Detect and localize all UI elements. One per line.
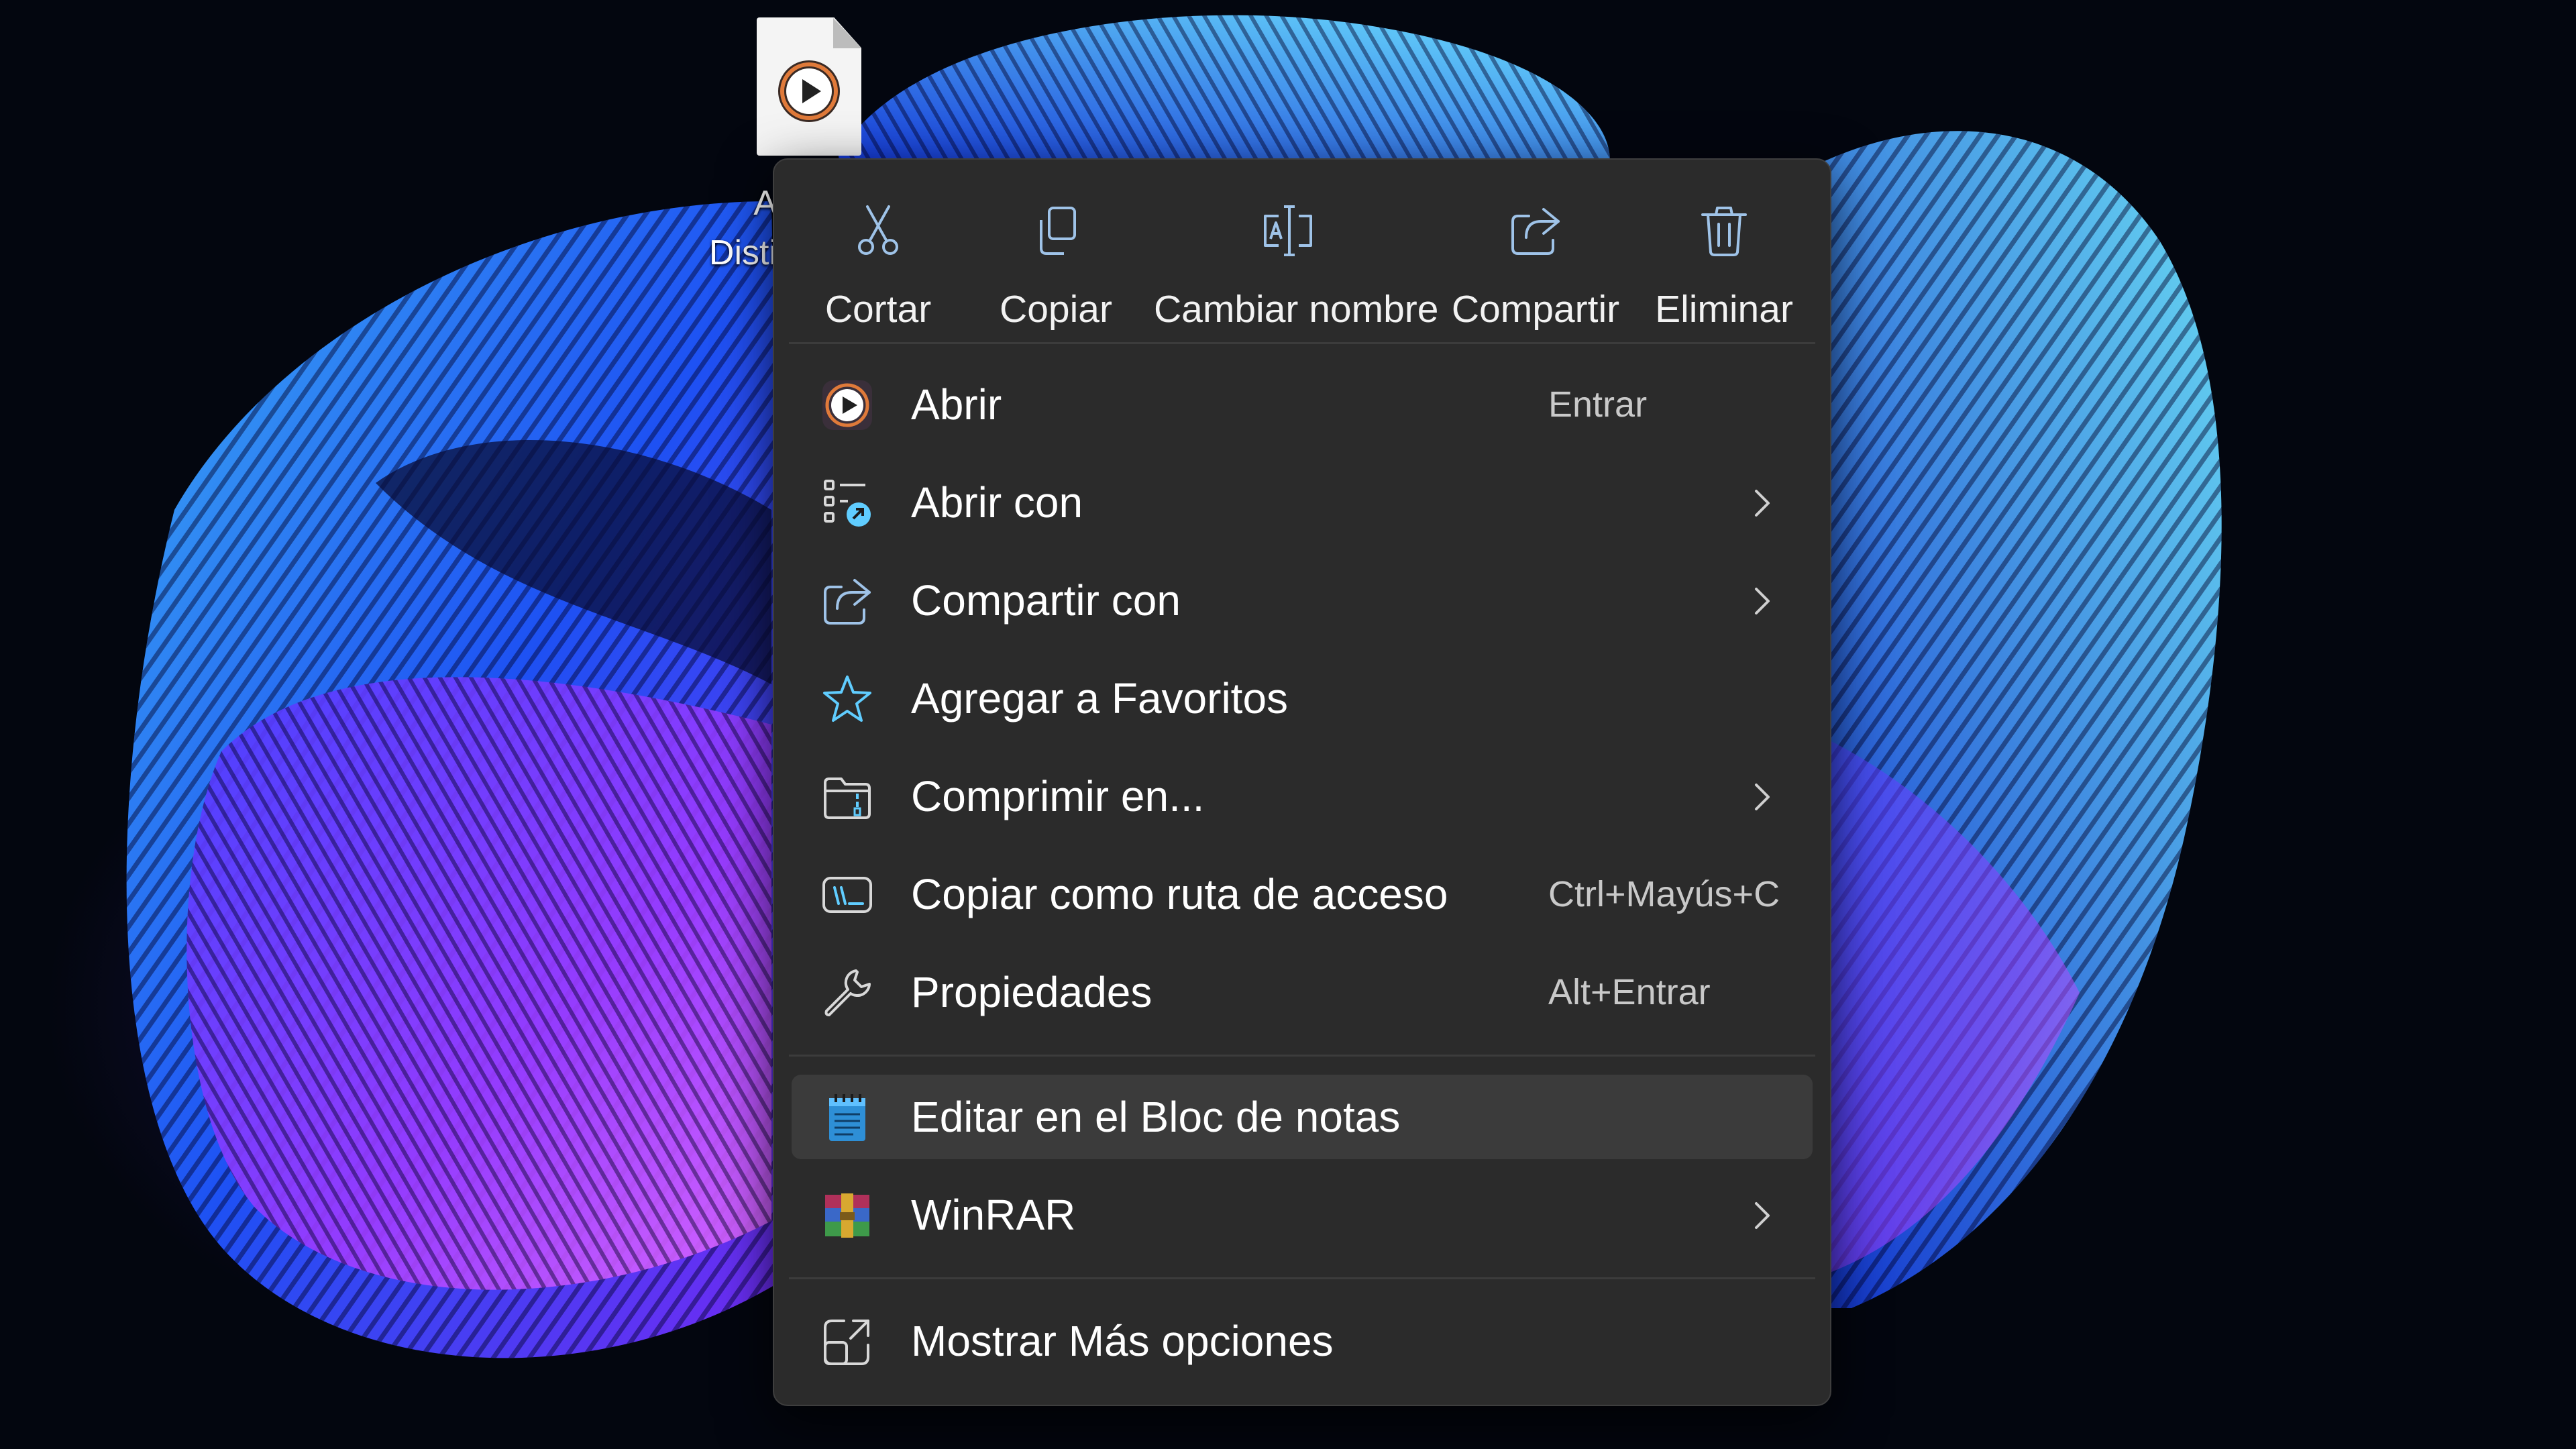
open-with-icon [824,480,871,527]
delete-button-label: Eliminar [1655,288,1793,331]
menu-separator [789,342,1815,344]
menu-item-label: Compartir con [911,576,1181,625]
wrench-icon [824,969,871,1016]
menu-item-label: WinRAR [911,1191,1076,1239]
menu-item-label: Mostrar Más opciones [911,1317,1334,1365]
scissors-icon [858,205,898,255]
menu-item-share-with[interactable]: Compartir con [792,558,1813,643]
menu-item-open[interactable]: Abrir Entrar [792,362,1813,447]
winrar-icon [825,1193,869,1238]
menu-item-edit-notepad[interactable]: Editar en el Bloc de notas [792,1075,1813,1159]
delete-button[interactable]: Eliminar [1644,185,1805,331]
media-player-icon [822,380,872,430]
share-button[interactable]: Compartir [1438,185,1633,331]
menu-item-winrar[interactable]: WinRAR [792,1173,1813,1257]
chevron-right-icon [1755,784,1770,810]
copy-button[interactable]: Copiar [975,185,1136,331]
menu-item-show-more-options[interactable]: Mostrar Más opciones [792,1299,1813,1383]
menu-separator [789,1055,1815,1057]
menu-item-label: Agregar a Favoritos [911,674,1289,722]
rename-button-label: Cambiar nombre [1154,288,1439,331]
context-menu: Cortar Copiar Cambiar nombre Compartir E… [773,158,1831,1406]
menu-item-shortcut: Ctrl+Mayús+C [1548,874,1780,914]
rename-button[interactable]: Cambiar nombre [1154,185,1439,331]
menu-item-properties[interactable]: Propiedades Alt+Entrar [792,950,1813,1034]
notepad-icon [829,1094,865,1141]
menu-item-label: Abrir [911,380,1002,429]
trash-icon [1701,207,1747,256]
copy-button-label: Copiar [1000,288,1112,331]
zip-folder-icon [824,777,871,819]
copy-path-icon [822,877,872,913]
share-icon [824,579,871,625]
cut-button-label: Cortar [824,288,932,331]
context-menu-toolbar: Cortar Copiar Cambiar nombre Compartir E… [774,160,1830,342]
share-button-label: Compartir [1451,288,1620,331]
chevron-right-icon [1755,588,1770,614]
cut-button[interactable]: Cortar [801,185,955,331]
menu-item-shortcut: Alt+Entrar [1548,972,1711,1012]
menu-item-shortcut: Entrar [1548,384,1648,425]
menu-item-label: Editar en el Bloc de notas [911,1093,1401,1141]
desktop-file-icon[interactable] [757,17,861,158]
menu-item-label: Copiar como ruta de acceso [911,870,1448,918]
media-player-file-icon [778,60,840,122]
chevron-right-icon [1755,490,1770,517]
menu-item-compress[interactable]: Comprimir en... [792,754,1813,839]
desktop-label-line-2: Disti [708,233,777,272]
menu-item-label: Abrir con [911,478,1083,527]
desktop-file-label[interactable]: A Disti [696,178,777,278]
menu-item-label: Propiedades [911,968,1152,1016]
star-icon [823,676,871,722]
more-options-icon [824,1320,869,1365]
menu-item-copy-as-path[interactable]: Copiar como ruta de acceso Ctrl+Mayús+C [792,852,1813,936]
menu-item-open-with[interactable]: Abrir con [792,460,1813,545]
desktop-label-line-1: A [753,184,777,223]
copy-icon [1040,207,1076,255]
chevron-right-icon [1755,1202,1770,1229]
share-icon [1511,208,1560,255]
menu-separator [789,1277,1815,1279]
rename-icon [1264,205,1312,256]
menu-item-add-favorites[interactable]: Agregar a Favoritos [792,656,1813,741]
menu-item-label: Comprimir en... [911,772,1205,820]
